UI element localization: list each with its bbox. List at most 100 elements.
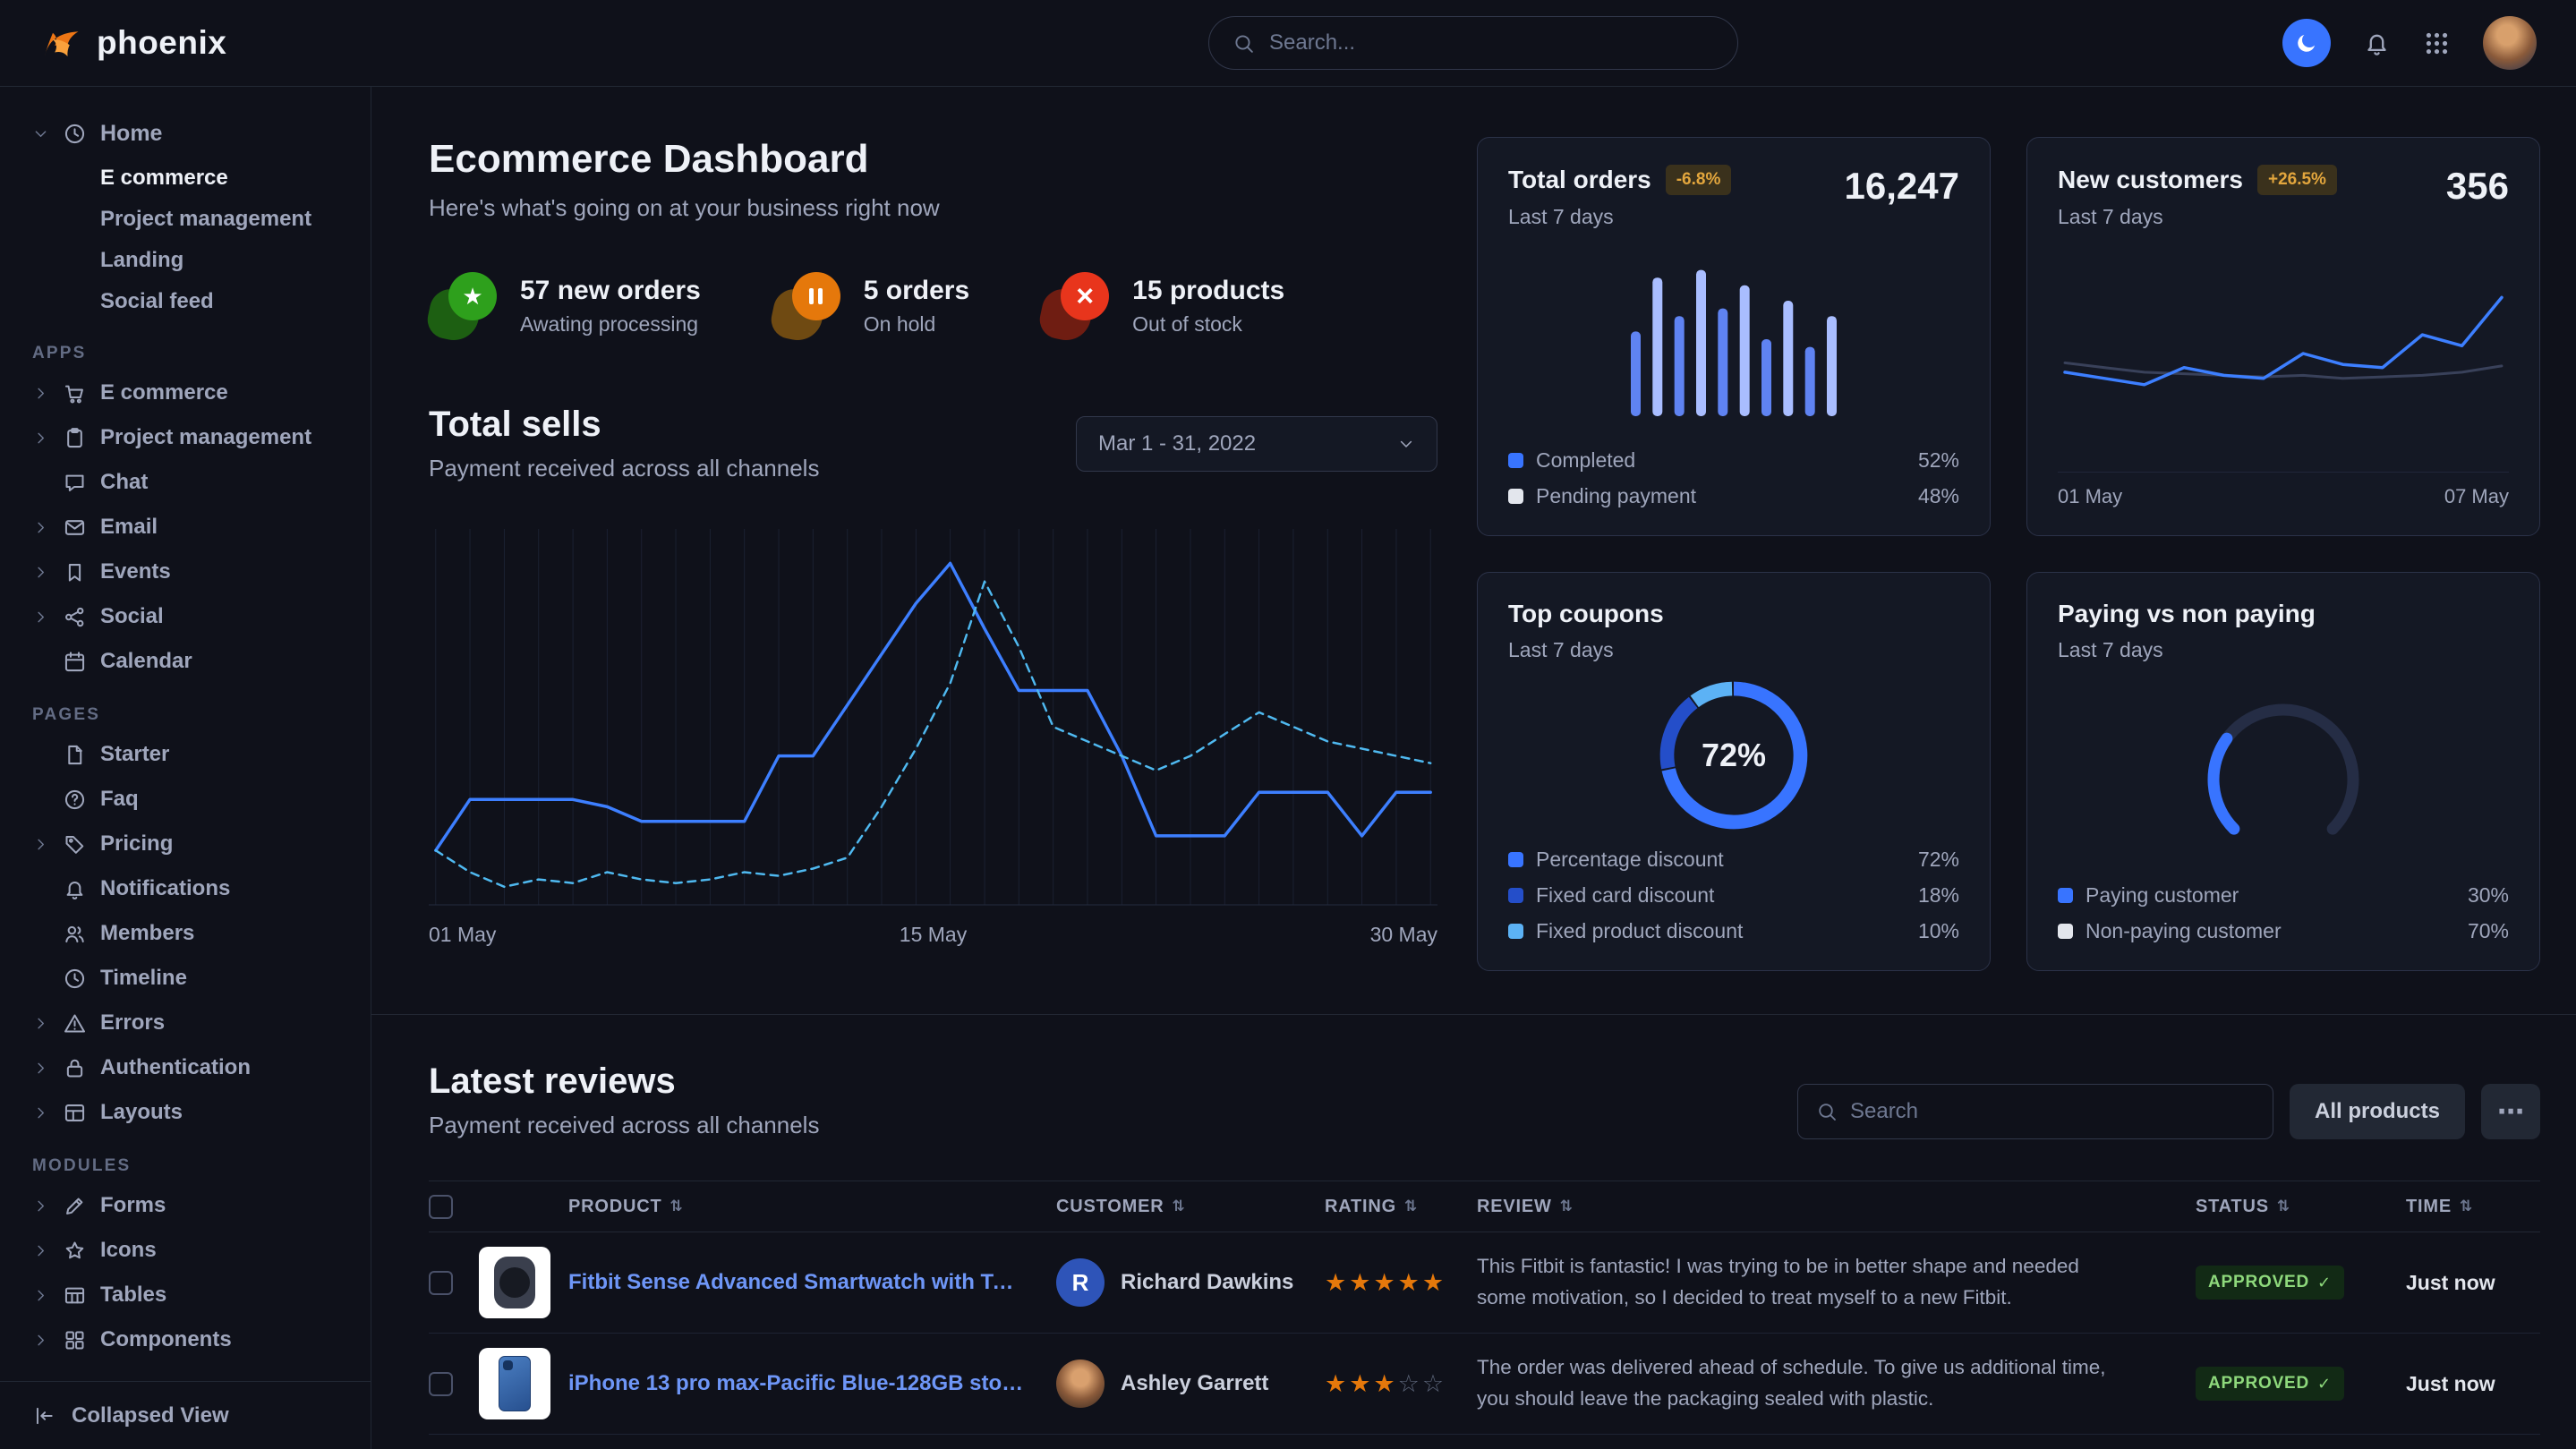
stat-text: 57 new ordersAwating processing (520, 276, 701, 337)
table-header: PRODUCT CUSTOMER RATING REVIEW STATUS TI… (429, 1181, 2540, 1232)
clock-icon (63, 967, 87, 991)
sidebar-item-components[interactable]: Components (0, 1317, 371, 1362)
stat-title: 15 products (1132, 276, 1284, 306)
legend-label: Non-paying customer (2086, 919, 2282, 943)
product-thumbnail (479, 1348, 550, 1419)
sidebar-item-tables[interactable]: Tables (0, 1273, 371, 1317)
legend-item: Paying customer30% (2058, 883, 2509, 908)
apps-grid-icon[interactable] (2423, 30, 2451, 57)
legend: Completed52%Pending payment48% (1508, 448, 1959, 508)
navbar-actions (2282, 16, 2537, 70)
global-search-input[interactable] (1269, 30, 1714, 55)
table-row: iPhone 13 pro max-Pacific Blue-128GB sto… (429, 1334, 2540, 1435)
star-icon (63, 1239, 87, 1263)
sidebar-item-social-feed[interactable]: Social feed (0, 281, 371, 322)
sidebar-sections: APPSE commerceProject managementChatEmai… (0, 344, 371, 1362)
reviews-search-input[interactable] (1850, 1099, 2255, 1124)
stat-text: 5 ordersOn hold (864, 276, 969, 337)
sidebar-item-label: Calendar (100, 649, 192, 674)
column-header-rating[interactable]: RATING (1325, 1197, 1477, 1217)
watch-image (494, 1257, 535, 1308)
sidebar-item-e-commerce[interactable]: E commerce (0, 158, 371, 199)
product-link[interactable]: Fitbit Sense Advanced Smartwatch with To… (568, 1270, 1056, 1295)
stat-circle-icon (792, 272, 840, 320)
check-icon: ✓ (2317, 1375, 2332, 1394)
sidebar-item-authentication[interactable]: Authentication (0, 1045, 371, 1090)
select-all-checkbox[interactable] (429, 1195, 453, 1219)
stat-subtitle: On hold (864, 312, 969, 337)
sidebar-item-icons[interactable]: Icons (0, 1228, 371, 1273)
sidebar-item-faq[interactable]: Faq (0, 777, 371, 822)
sidebar-item-project-management[interactable]: Project management (0, 199, 371, 240)
all-products-button[interactable]: All products (2290, 1084, 2465, 1139)
caret-spacer (32, 925, 49, 942)
brand[interactable]: phoenix (39, 21, 226, 64)
more-options-button[interactable]: ⋯ (2481, 1084, 2540, 1139)
global-search[interactable] (1208, 16, 1738, 70)
sidebar-item-notifications[interactable]: Notifications (0, 866, 371, 911)
table-row: Fitbit Sense Advanced Smartwatch with To… (429, 1232, 2540, 1334)
status-cell: APPROVED✓ (2196, 1367, 2406, 1401)
kpi-cards-grid: Total orders -6.8% Last 7 days 16,247 Co… (1477, 137, 2540, 971)
sidebar-item-home[interactable]: Home (0, 112, 371, 156)
phone-image (499, 1356, 531, 1411)
sidebar-item-project-management[interactable]: Project management (0, 415, 371, 460)
column-header-time[interactable]: TIME (2406, 1197, 2540, 1217)
new-customers-value: 356 (2446, 165, 2509, 208)
collapsed-view-label: Collapsed View (72, 1403, 229, 1428)
components-icon (63, 1328, 87, 1352)
column-header-product[interactable]: PRODUCT (568, 1197, 1056, 1217)
sidebar-item-label: Layouts (100, 1100, 183, 1125)
notifications-bell-icon[interactable] (2363, 30, 2391, 57)
legend-swatch (2058, 924, 2073, 939)
review-text: The order was delivered ahead of schedul… (1477, 1352, 2196, 1415)
reviews-table: PRODUCT CUSTOMER RATING REVIEW STATUS TI… (429, 1181, 2540, 1449)
total-sells-chart: 01 May 15 May 30 May (429, 524, 1437, 955)
trend-badge: -6.8% (1666, 165, 1732, 195)
sidebar-item-events[interactable]: Events (0, 550, 371, 594)
sidebar-item-calendar[interactable]: Calendar (0, 639, 371, 684)
x-axis-label: 30 May (1370, 923, 1437, 947)
x-axis-labels: 01 May 15 May 30 May (429, 923, 1437, 955)
sidebar-item-chat[interactable]: Chat (0, 460, 371, 505)
stat-subtitle: Out of stock (1132, 312, 1284, 337)
user-avatar[interactable] (2483, 16, 2537, 70)
caret-right-icon (32, 1198, 49, 1215)
sidebar-item-timeline[interactable]: Timeline (0, 956, 371, 1001)
tag-icon (63, 832, 87, 857)
stat-out-of-stock: ×15 productsOut of stock (1041, 272, 1284, 340)
sidebar-item-social[interactable]: Social (0, 594, 371, 639)
total-sells-chart-svg (429, 524, 1437, 910)
sidebar-item-email[interactable]: Email (0, 505, 371, 550)
sidebar-item-members[interactable]: Members (0, 911, 371, 956)
column-header-status[interactable]: STATUS (2196, 1197, 2406, 1217)
sidebar-item-layouts[interactable]: Layouts (0, 1090, 371, 1135)
sidebar-item-label: Chat (100, 470, 148, 495)
legend-label: Paying customer (2086, 883, 2239, 908)
sidebar-item-errors[interactable]: Errors (0, 1001, 371, 1045)
theme-toggle-button[interactable] (2282, 19, 2331, 67)
layout-icon (63, 1101, 87, 1125)
sidebar-item-starter[interactable]: Starter (0, 732, 371, 777)
sidebar-item-forms[interactable]: Forms (0, 1183, 371, 1228)
product-link[interactable]: iPhone 13 pro max-Pacific Blue-128GB sto… (568, 1371, 1056, 1396)
row-checkbox[interactable] (429, 1372, 453, 1396)
sidebar-item-pricing[interactable]: Pricing (0, 822, 371, 866)
caret-right-icon (32, 1060, 49, 1077)
caret-right-icon (32, 1242, 49, 1259)
collapsed-view-toggle[interactable]: Collapsed View (0, 1381, 371, 1449)
rating-stars: ★★★☆☆ (1325, 1370, 1477, 1398)
caret-right-icon (32, 836, 49, 853)
legend-label: Completed (1536, 448, 1635, 473)
sidebar-item-landing[interactable]: Landing (0, 240, 371, 281)
column-header-customer[interactable]: CUSTOMER (1056, 1197, 1325, 1217)
column-header-review[interactable]: REVIEW (1477, 1197, 2196, 1217)
sidebar-item-label: E commerce (100, 380, 228, 405)
legend-value: 70% (2468, 919, 2509, 943)
row-checkbox[interactable] (429, 1271, 453, 1295)
star-empty-icon: ☆ (1398, 1370, 1420, 1398)
star-filled-icon: ★ (1325, 1269, 1346, 1297)
sidebar-item-e-commerce[interactable]: E commerce (0, 371, 371, 415)
date-range-select[interactable]: Mar 1 - 31, 2022 (1076, 416, 1437, 472)
reviews-search[interactable] (1797, 1084, 2273, 1139)
